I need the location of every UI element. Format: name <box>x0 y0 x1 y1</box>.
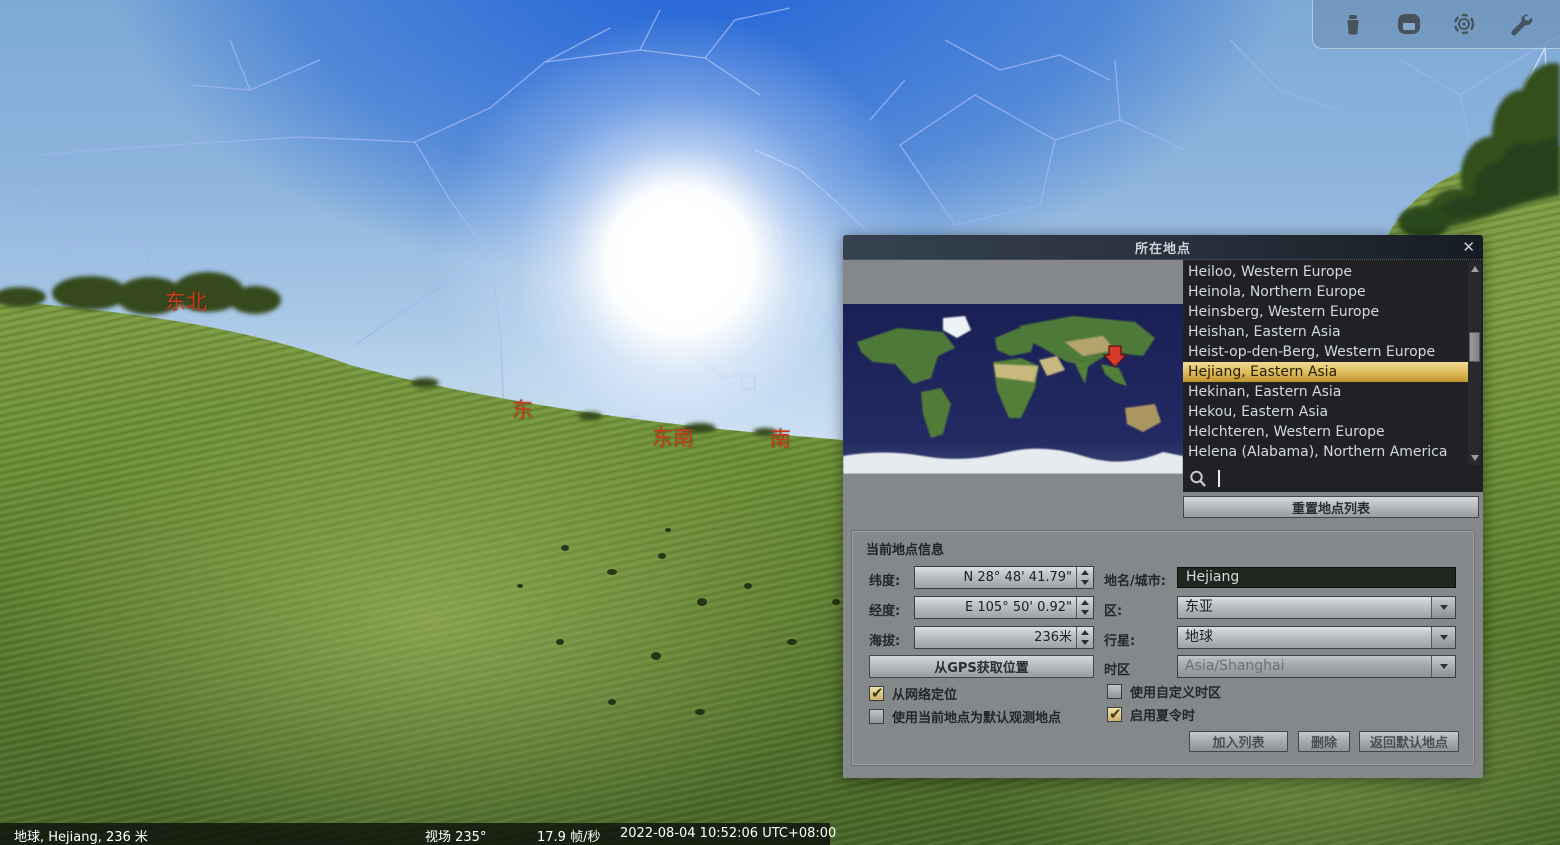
list-item[interactable]: Heiloo, Western Europe <box>1183 262 1469 282</box>
list-item[interactable]: Helena (Alabama), Northern America <box>1183 442 1469 462</box>
checkbox-default-location[interactable]: 使用当前地点为默认观测地点 <box>869 707 1061 726</box>
spin-down-icon[interactable] <box>1077 638 1093 649</box>
list-item[interactable]: Heinola, Northern Europe <box>1183 282 1469 302</box>
delete-button[interactable]: 删除 <box>1298 731 1350 752</box>
checkbox-unchecked-icon <box>869 709 884 724</box>
longitude-spinbox[interactable]: E 105° 50' 0.92" <box>914 596 1094 619</box>
checkbox-checked-icon <box>1107 707 1122 722</box>
region-value: 东亚 <box>1178 597 1431 618</box>
latitude-label: 纬度: <box>869 570 900 589</box>
list-item-selected[interactable]: Hejiang, Eastern Asia <box>1183 362 1469 382</box>
city-input[interactable]: Hejiang <box>1177 567 1456 588</box>
reset-list-button[interactable]: 重置地点列表 <box>1183 496 1479 518</box>
dialog-title: 所在地点 <box>1135 238 1191 257</box>
checkbox-unchecked-icon <box>1107 684 1122 699</box>
timezone-label: 时区 <box>1104 659 1130 678</box>
latitude-value: N 28° 48' 41.79" <box>915 567 1076 588</box>
trash-icon[interactable] <box>1337 8 1369 40</box>
city-label: 地名/城市: <box>1104 570 1166 589</box>
dialog-titlebar[interactable]: 所在地点 ✕ <box>843 235 1483 260</box>
spin-up-icon[interactable] <box>1077 597 1093 608</box>
status-bar: 地球, Hejiang, 236 米 视场 235° 17.9 帧/秒 2022… <box>0 823 830 845</box>
checkbox-label: 使用自定义时区 <box>1130 682 1221 701</box>
chevron-down-icon <box>1431 627 1455 648</box>
altitude-label: 海拔: <box>869 630 900 649</box>
list-item[interactable]: Helchteren, Western Europe <box>1183 422 1469 442</box>
timezone-dropdown: Asia/Shanghai <box>1177 655 1456 678</box>
spin-up-icon[interactable] <box>1077 627 1093 638</box>
direction-label-southeast: 东南 <box>652 422 694 452</box>
list-item[interactable]: Hekinan, Eastern Asia <box>1183 382 1469 402</box>
target-icon[interactable] <box>1448 8 1480 40</box>
checkbox-custom-timezone[interactable]: 使用自定义时区 <box>1107 682 1221 701</box>
direction-label-east: 东 <box>512 394 533 424</box>
gps-button[interactable]: 从GPS获取位置 <box>869 655 1094 678</box>
status-location: 地球, Hejiang, 236 米 <box>14 826 148 845</box>
longitude-spinner <box>1076 597 1093 618</box>
longitude-label: 经度: <box>869 600 900 619</box>
planet-label: 行星: <box>1104 630 1135 649</box>
checkbox-label: 启用夏令时 <box>1130 705 1195 724</box>
spin-down-icon[interactable] <box>1077 608 1093 619</box>
list-item[interactable]: Heishan, Eastern Asia <box>1183 322 1469 342</box>
stellarium-main-view[interactable]: 东北 东 东南 南 <box>0 0 1560 845</box>
latitude-spinbox[interactable]: N 28° 48' 41.79" <box>914 566 1094 589</box>
chevron-down-icon <box>1431 597 1455 618</box>
status-fps: 17.9 帧/秒 <box>537 826 600 845</box>
plugin-toolbar <box>1312 0 1560 49</box>
list-scrollbar[interactable] <box>1468 262 1481 465</box>
region-dropdown[interactable]: 东亚 <box>1177 596 1456 619</box>
altitude-value: 236米 <box>915 627 1076 648</box>
timezone-value: Asia/Shanghai <box>1178 656 1431 677</box>
location-dialog: 所在地点 ✕ <box>843 235 1483 778</box>
chevron-down-icon <box>1431 656 1455 677</box>
scroll-up-icon[interactable] <box>1469 263 1480 275</box>
altitude-spinbox[interactable]: 236米 <box>914 626 1094 649</box>
scroll-down-icon[interactable] <box>1469 452 1480 464</box>
direction-label-south: 南 <box>770 423 791 453</box>
location-list: Heiloo, Western Europe Heinola, Northern… <box>1183 260 1483 492</box>
checkbox-checked-icon <box>869 686 884 701</box>
altitude-spinner <box>1076 627 1093 648</box>
screen-icon[interactable] <box>1393 8 1425 40</box>
text-caret <box>1218 470 1220 487</box>
add-to-list-button[interactable]: 加入列表 <box>1189 731 1288 752</box>
longitude-value: E 105° 50' 0.92" <box>915 597 1076 618</box>
spin-up-icon[interactable] <box>1077 567 1093 578</box>
list-item[interactable]: Heinsberg, Western Europe <box>1183 302 1469 322</box>
planet-dropdown[interactable]: 地球 <box>1177 626 1456 649</box>
location-rows: Heiloo, Western Europe Heinola, Northern… <box>1183 262 1469 465</box>
status-fov: 视场 235° <box>425 826 486 845</box>
world-map[interactable] <box>843 304 1183 474</box>
search-icon <box>1188 469 1208 489</box>
current-location-group: 当前地点信息 纬度: N 28° 48' 41.79" 经度: E 105° 5… <box>851 530 1475 766</box>
spin-down-icon[interactable] <box>1077 578 1093 589</box>
close-icon[interactable]: ✕ <box>1462 238 1475 256</box>
direction-label-northeast: 东北 <box>165 286 207 316</box>
list-item[interactable]: Hekou, Eastern Asia <box>1183 402 1469 422</box>
wrench-icon[interactable] <box>1504 8 1536 40</box>
checkbox-label: 使用当前地点为默认观测地点 <box>892 707 1061 726</box>
scrollbar-thumb[interactable] <box>1469 332 1480 362</box>
latitude-spinner <box>1076 567 1093 588</box>
checkbox-label: 从网络定位 <box>892 684 957 703</box>
region-label: 区: <box>1104 600 1122 619</box>
checkbox-daylight-saving[interactable]: 启用夏令时 <box>1107 705 1195 724</box>
list-item[interactable]: Heist-op-den-Berg, Western Europe <box>1183 342 1469 362</box>
checkbox-network-locate[interactable]: 从网络定位 <box>869 684 957 703</box>
location-search[interactable] <box>1183 465 1483 492</box>
return-default-button[interactable]: 返回默认地点 <box>1359 731 1459 752</box>
planet-value: 地球 <box>1178 627 1431 648</box>
group-title: 当前地点信息 <box>866 539 944 558</box>
status-datetime: 2022-08-04 10:52:06 UTC+08:00 <box>620 826 836 841</box>
